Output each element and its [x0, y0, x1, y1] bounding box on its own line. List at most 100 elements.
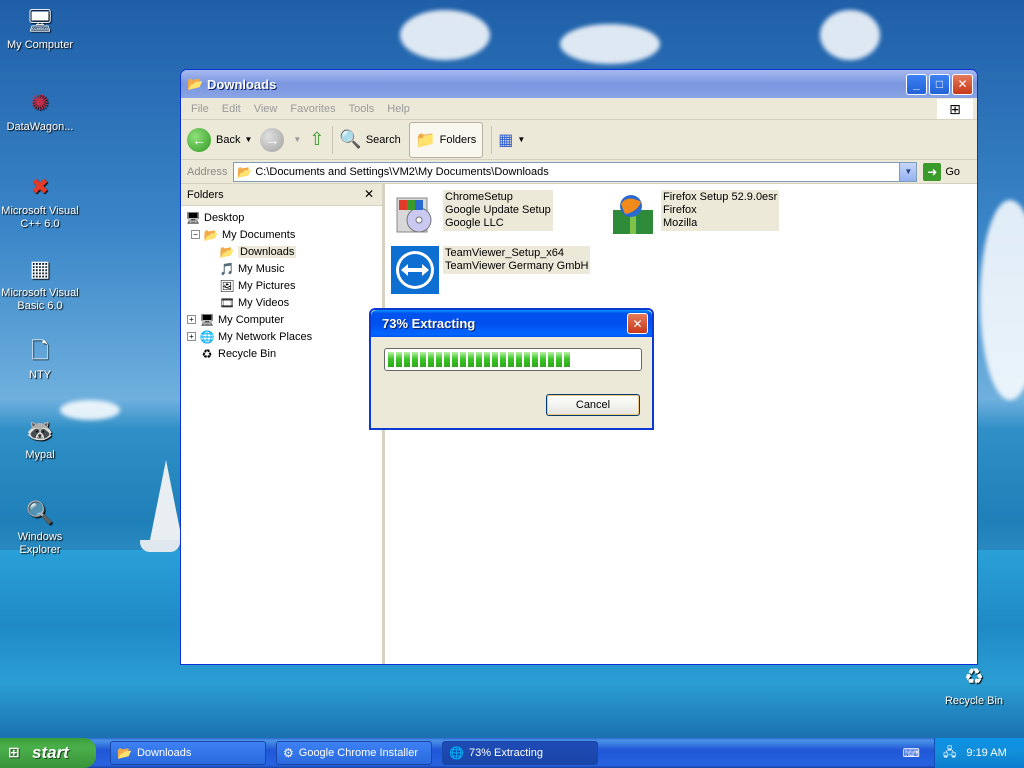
progress-segment — [564, 352, 570, 367]
window-titlebar[interactable]: 📂 Downloads _ □ ✕ — [181, 70, 977, 98]
close-button[interactable]: ✕ — [952, 73, 973, 95]
desktop-icon-visual-cpp[interactable]: ✖ Microsoft Visual C++ 6.0 — [0, 170, 80, 231]
expand-icon[interactable]: + — [187, 315, 196, 324]
minimize-button[interactable]: _ — [906, 73, 927, 95]
tree-item-my-videos[interactable]: 🎞 My Videos — [181, 294, 382, 311]
file-item-chromesetup[interactable]: ChromeSetup Google Update Setup Google L… — [391, 190, 553, 238]
tree-item-recycle-bin[interactable]: ♻ Recycle Bin — [181, 345, 382, 362]
windows-flag-icon: ⊞ — [8, 744, 20, 760]
teamviewer-icon — [391, 246, 439, 294]
forward-button[interactable]: → ▼ — [260, 127, 301, 152]
address-input[interactable]: 📂 C:\Documents and Settings\VM2\My Docum… — [233, 161, 918, 182]
file-item-firefox-setup[interactable]: Firefox Setup 52.9.0esr Firefox Mozilla — [609, 190, 780, 238]
maximize-button[interactable]: □ — [929, 73, 950, 95]
file-meta: Firefox Setup 52.9.0esr Firefox Mozilla — [661, 190, 780, 231]
installer-icon: ⚙ — [283, 746, 294, 760]
progress-segment — [492, 352, 498, 367]
visual-basic-icon: ▦ — [29, 255, 51, 281]
progress-segment — [396, 352, 402, 367]
chevron-down-icon[interactable]: ▼ — [517, 135, 525, 144]
collapse-icon[interactable]: − — [191, 230, 200, 239]
tree-item-my-network-places[interactable]: + 🌐 My Network Places — [181, 328, 382, 345]
start-button[interactable]: ⊞ start — [0, 738, 96, 768]
menu-tools[interactable]: Tools — [349, 103, 375, 115]
task-downloads[interactable]: 📂 Downloads — [110, 741, 266, 765]
menu-favorites[interactable]: Favorites — [290, 103, 335, 115]
menu-edit[interactable]: Edit — [222, 103, 241, 115]
desktop-icon-my-computer[interactable]: 🖥 My Computer — [0, 4, 80, 52]
progress-segment — [468, 352, 474, 367]
progress-segment — [548, 352, 554, 367]
folders-pane: Folders ✕ 🖥 Desktop − 📂 My Documents 📂 D… — [181, 184, 385, 664]
dialog-titlebar[interactable]: 73% Extracting ✕ — [371, 310, 652, 337]
desktop-icon-nty[interactable]: 🗋 NTY — [0, 334, 80, 382]
views-button[interactable]: ▦ ▼ — [498, 130, 525, 150]
videos-folder-icon: 🎞 — [219, 295, 235, 310]
recycle-bin-icon: ♻ — [201, 346, 213, 361]
expand-icon[interactable]: + — [187, 332, 196, 341]
progress-fill — [388, 352, 638, 367]
progress-segment — [508, 352, 514, 367]
tree-item-downloads[interactable]: 📂 Downloads — [181, 243, 382, 260]
go-button[interactable]: ➜ Go — [923, 162, 960, 181]
toolbar-separator — [491, 125, 493, 154]
go-arrow-icon: ➜ — [923, 162, 942, 181]
menu-view[interactable]: View — [254, 103, 278, 115]
folder-icon: 📂 — [187, 76, 204, 91]
progress-segment — [484, 352, 490, 367]
explorer-icon: 🔍 — [26, 499, 54, 525]
network-tray-icon[interactable]: 🖧 — [943, 743, 956, 764]
address-value: C:\Documents and Settings\VM2\My Documen… — [255, 165, 549, 178]
close-icon[interactable]: ✕ — [364, 187, 374, 201]
task-google-chrome-installer[interactable]: ⚙ Google Chrome Installer — [276, 741, 432, 765]
keyboard-icon[interactable]: ⌨ — [903, 746, 920, 760]
folders-button[interactable]: 📁 Folders — [408, 121, 484, 158]
music-folder-icon: 🎵 — [219, 261, 235, 276]
sky-cloud — [820, 10, 880, 60]
progress-segment — [412, 352, 418, 367]
tree-item-desktop[interactable]: 🖥 Desktop — [181, 209, 382, 226]
progress-segment — [476, 352, 482, 367]
dialog-close-button[interactable]: ✕ — [627, 313, 648, 334]
search-button[interactable]: 🔍 Search — [339, 129, 400, 150]
datawagon-icon: ✺ — [30, 89, 50, 115]
back-button[interactable]: ← Back ▼ — [187, 127, 252, 152]
desktop-icon-windows-explorer[interactable]: 🔍 Windows Explorer — [0, 496, 80, 557]
menu-help[interactable]: Help — [387, 103, 410, 115]
toolbar: ← Back ▼ → ▼ ⇧ 🔍 Search 📁 Folders ▦ ▼ — [181, 120, 977, 160]
progress-segment — [556, 352, 562, 367]
desktop-icon-recycle-bin[interactable]: ♻ Recycle Bin — [934, 660, 1014, 708]
chevron-down-icon[interactable]: ▼ — [293, 135, 301, 144]
progress-segment — [460, 352, 466, 367]
chevron-down-icon[interactable]: ▼ — [244, 135, 252, 144]
progress-segment — [532, 352, 538, 367]
tree-item-my-documents[interactable]: − 📂 My Documents — [181, 226, 382, 243]
extracting-dialog: 73% Extracting ✕ Cancel — [369, 308, 654, 430]
progress-segment — [388, 352, 394, 367]
file-item-teamviewer-setup[interactable]: TeamViewer_Setup_x64 TeamViewer Germany … — [391, 246, 591, 294]
folder-icon: 📂 — [237, 164, 253, 179]
address-dropdown-button[interactable]: ▼ — [899, 162, 917, 181]
sailboat-hull — [140, 540, 180, 552]
clock[interactable]: 9:19 AM — [966, 747, 1006, 759]
file-meta: TeamViewer_Setup_x64 TeamViewer Germany … — [443, 246, 591, 274]
cancel-button[interactable]: Cancel — [546, 394, 640, 416]
tree-item-my-music[interactable]: 🎵 My Music — [181, 260, 382, 277]
task-extracting[interactable]: 🌐 73% Extracting — [442, 741, 598, 765]
menu-bar: File Edit View Favorites Tools Help ⊞ — [181, 98, 977, 120]
sky-cloud — [980, 200, 1024, 400]
blank-file-icon: 🗋 — [31, 337, 49, 363]
tree-item-my-computer[interactable]: + 🖥 My Computer — [181, 311, 382, 328]
sailboat-sail — [150, 460, 182, 540]
progress-segment — [516, 352, 522, 367]
forward-arrow-icon: → — [260, 127, 285, 152]
desktop-icon-visual-basic[interactable]: ▦ Microsoft Visual Basic 6.0 — [0, 252, 80, 313]
menu-file[interactable]: File — [191, 103, 209, 115]
up-folder-button[interactable]: ⇧ — [309, 129, 324, 150]
desktop-icon-datawagon[interactable]: ✺ DataWagon... — [0, 86, 80, 134]
progress-segment — [436, 352, 442, 367]
tree-item-my-pictures[interactable]: 🖼 My Pictures — [181, 277, 382, 294]
desktop-icon-mypal[interactable]: 🦝 Mypal — [0, 414, 80, 462]
sky-cloud — [400, 10, 490, 60]
views-icon: ▦ — [498, 131, 514, 149]
